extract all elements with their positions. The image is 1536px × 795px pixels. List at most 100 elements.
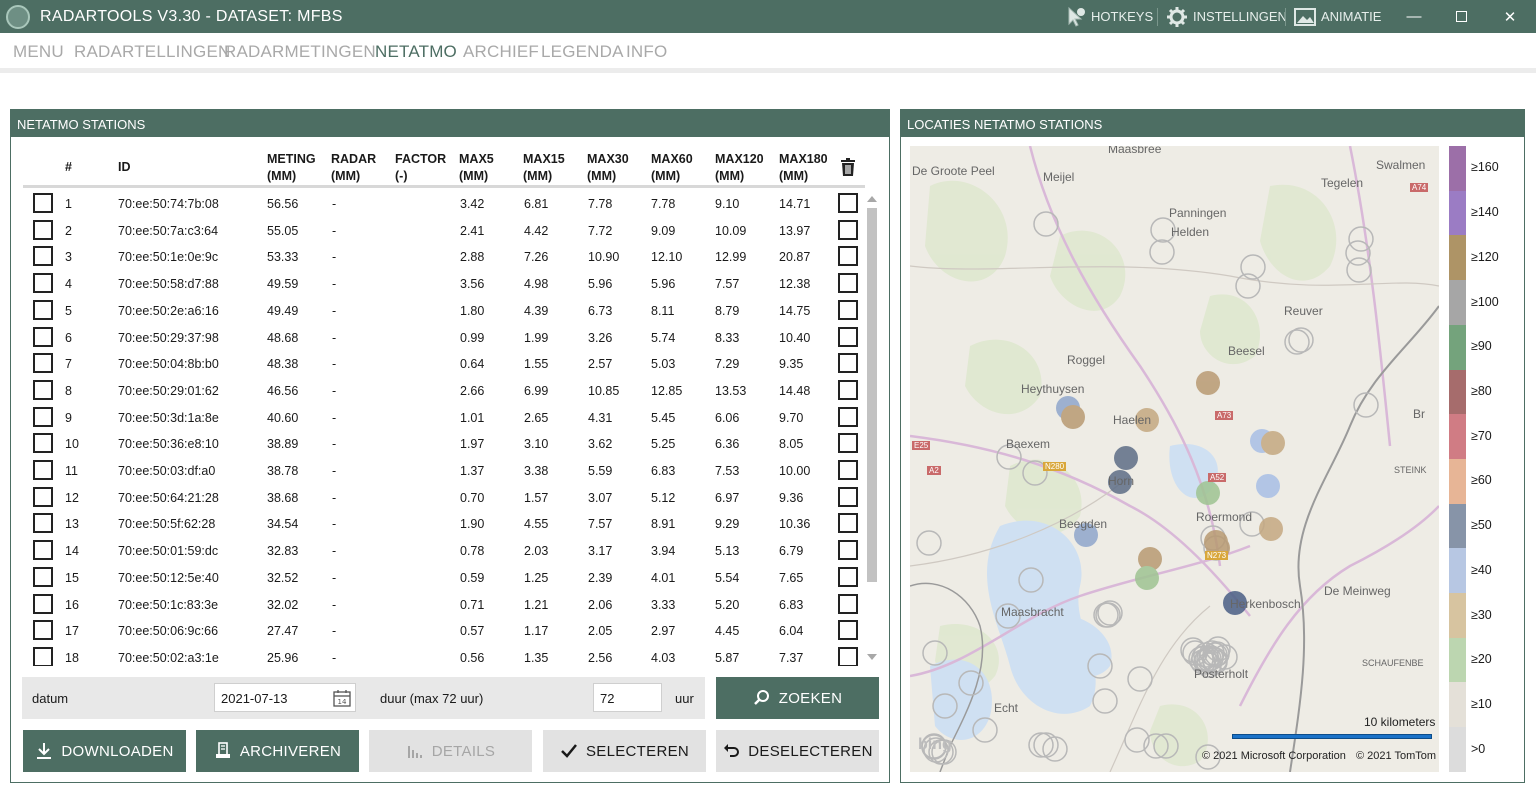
- row-delete-checkbox[interactable]: [838, 193, 858, 213]
- station-map[interactable]: Maasbree De Groote Peel Meijel Tegelen Panni…: [910, 146, 1439, 772]
- map-place-label: Herkenbosch: [1230, 597, 1301, 611]
- row-select-checkbox[interactable]: [33, 433, 53, 454]
- row-select-checkbox[interactable]: [33, 406, 53, 427]
- row-delete-checkbox[interactable]: [838, 299, 858, 320]
- table-cell: 5: [65, 303, 72, 318]
- details-button[interactable]: DETAILS: [369, 730, 532, 772]
- maximize-button[interactable]: [1438, 0, 1484, 33]
- table-cell: 55.05: [267, 223, 299, 238]
- row-delete-checkbox[interactable]: [838, 433, 858, 454]
- header-line: MAX5: [459, 152, 494, 166]
- row-select-checkbox[interactable]: [33, 460, 53, 480]
- menu-item-netatmo[interactable]: NETATMO: [375, 42, 457, 62]
- menu-item-radarmetingen[interactable]: RADARMETINGEN: [224, 42, 376, 62]
- row-select-checkbox[interactable]: [33, 593, 53, 614]
- map-place-label: SCHAUFENBE: [1362, 658, 1424, 668]
- menu-item-archief[interactable]: ARCHIEF: [463, 42, 539, 62]
- menu-item-radartellingen[interactable]: RADARTELLINGEN: [74, 42, 230, 62]
- table-cell: 70:ee:50:29:37:98: [118, 330, 219, 345]
- menu-item-legenda[interactable]: LEGENDA: [541, 42, 624, 62]
- row-select-checkbox[interactable]: [33, 379, 53, 400]
- animation-button[interactable]: ANIMATIE: [1294, 0, 1381, 33]
- calendar-icon[interactable]: 14: [333, 689, 351, 707]
- legend-swatch: [1449, 458, 1466, 504]
- settings-button[interactable]: INSTELLINGEN: [1166, 0, 1287, 33]
- search-button[interactable]: ZOEKEN: [716, 677, 879, 719]
- map-place-label: Roggel: [1067, 353, 1106, 367]
- table-row[interactable]: 9 70:ee:50:3d:1a:8e 40.60 - 1.01 2.65 4.31 5.45…: [23, 405, 865, 432]
- row-select-checkbox[interactable]: [33, 273, 53, 294]
- row-select-checkbox[interactable]: [33, 513, 53, 534]
- row-select-checkbox[interactable]: [33, 326, 53, 347]
- table-row[interactable]: 12 70:ee:50:64:21:28 38.68 - 0.70 1.57 3.07 5.1…: [23, 485, 865, 512]
- row-delete-checkbox[interactable]: [838, 620, 858, 641]
- menu-item-menu[interactable]: MENU: [13, 42, 64, 62]
- row-delete-checkbox[interactable]: [838, 273, 858, 294]
- row-select-checkbox[interactable]: [33, 353, 53, 374]
- table-row[interactable]: 8 70:ee:50:29:01:62 46.56 - 2.66 6.99 10.85 12.…: [23, 378, 865, 405]
- row-select-checkbox[interactable]: [33, 646, 53, 666]
- table-row[interactable]: 10 70:ee:50:36:e8:10 38.89 - 1.97 3.10 3.62 5.2…: [23, 431, 865, 458]
- minimize-button[interactable]: —: [1391, 0, 1437, 33]
- row-delete-checkbox[interactable]: [838, 219, 858, 240]
- table-cell: 70:ee:50:5f:62:28: [118, 517, 216, 532]
- header-line: METING: [267, 152, 316, 166]
- archive-button[interactable]: ARCHIVEREN: [196, 730, 359, 772]
- legend-swatch: [1449, 235, 1466, 281]
- app-logo-icon: [6, 5, 30, 29]
- road-label: N280: [1043, 462, 1067, 471]
- row-select-checkbox[interactable]: [33, 193, 53, 213]
- delete-all-button[interactable]: [840, 158, 856, 181]
- row-delete-checkbox[interactable]: [838, 379, 858, 400]
- table-row[interactable]: 17 70:ee:50:06:9c:66 27.47 - 0.57 1.17 2.05 2.9…: [23, 618, 865, 645]
- deselect-button[interactable]: DESELECTEREN: [716, 730, 879, 772]
- table-row[interactable]: 16 70:ee:50:1c:83:3e 32.02 - 0.71 1.21 2.06 3.3…: [23, 592, 865, 619]
- table-row[interactable]: 4 70:ee:50:58:d7:88 49.59 - 3.56 4.98 5.96 5.96…: [23, 271, 865, 298]
- row-delete-checkbox[interactable]: [838, 246, 858, 267]
- row-delete-checkbox[interactable]: [838, 486, 858, 507]
- row-delete-checkbox[interactable]: [838, 353, 858, 374]
- table-cell: 5.54: [715, 570, 740, 585]
- row-select-checkbox[interactable]: [33, 620, 53, 641]
- scrollbar-thumb[interactable]: [867, 208, 877, 582]
- header-unit: (MM): [715, 169, 745, 183]
- row-delete-checkbox[interactable]: [838, 406, 858, 427]
- table-row[interactable]: 3 70:ee:50:1e:0e:9c 53.33 - 2.88 7.26 10.90 12.…: [23, 244, 865, 271]
- table-row[interactable]: 1 70:ee:50:74:7b:08 56.56 - 3.42 6.81 7.78 7.78…: [23, 191, 865, 218]
- row-delete-checkbox[interactable]: [838, 540, 858, 561]
- column-header-factor: FACTOR (-): [395, 151, 446, 185]
- table-row[interactable]: 5 70:ee:50:2e:a6:16 49.49 - 1.80 4.39 6.73 8.11…: [23, 298, 865, 325]
- row-delete-checkbox[interactable]: [838, 513, 858, 534]
- menu-item-info[interactable]: INFO: [626, 42, 667, 62]
- table-cell: 1.35: [524, 650, 549, 665]
- table-row[interactable]: 2 70:ee:50:7a:c3:64 55.05 - 2.41 4.42 7.72 9.09…: [23, 218, 865, 245]
- row-select-checkbox[interactable]: [33, 486, 53, 507]
- table-row[interactable]: 11 70:ee:50:03:df:a0 38.78 - 1.37 3.38 5.59 6.8…: [23, 458, 865, 485]
- row-delete-checkbox[interactable]: [838, 646, 858, 666]
- row-select-checkbox[interactable]: [33, 299, 53, 320]
- table-row[interactable]: 6 70:ee:50:29:37:98 48.68 - 0.99 1.99 3.26 5.74…: [23, 325, 865, 352]
- table-row[interactable]: 14 70:ee:50:01:59:dc 32.83 - 0.78 2.03 3.17 3.9…: [23, 538, 865, 565]
- table-cell: 2.88: [460, 250, 485, 265]
- table-row[interactable]: 18 70:ee:50:02:a3:1e 25.96 - 0.56 1.35 2.56 4.0…: [23, 645, 865, 666]
- row-delete-checkbox[interactable]: [838, 326, 858, 347]
- table-row[interactable]: 13 70:ee:50:5f:62:28 34.54 - 1.90 4.55 7.57 8.9…: [23, 511, 865, 538]
- select-button[interactable]: SELECTEREN: [543, 730, 706, 772]
- table-row[interactable]: 7 70:ee:50:04:8b:b0 48.38 - 0.64 1.55 2.57 5.03…: [23, 351, 865, 378]
- close-button[interactable]: ✕: [1487, 0, 1533, 33]
- table-row[interactable]: 15 70:ee:50:12:5e:40 32.52 - 0.59 1.25 2.39 4.0…: [23, 565, 865, 592]
- table-cell: 6.06: [715, 410, 740, 425]
- row-select-checkbox[interactable]: [33, 219, 53, 240]
- table-cell: -: [332, 277, 337, 292]
- row-delete-checkbox[interactable]: [838, 460, 858, 480]
- row-delete-checkbox[interactable]: [838, 593, 858, 614]
- table-cell: 10: [65, 437, 79, 452]
- row-select-checkbox[interactable]: [33, 566, 53, 587]
- hotkeys-button[interactable]: HOTKEYS: [1066, 0, 1153, 33]
- duration-input[interactable]: 72: [593, 683, 662, 712]
- row-select-checkbox[interactable]: [33, 246, 53, 267]
- download-button[interactable]: DOWNLOADEN: [23, 730, 186, 772]
- row-delete-checkbox[interactable]: [838, 566, 858, 587]
- date-input[interactable]: 2021-07-13 14: [214, 683, 356, 712]
- row-select-checkbox[interactable]: [33, 540, 53, 561]
